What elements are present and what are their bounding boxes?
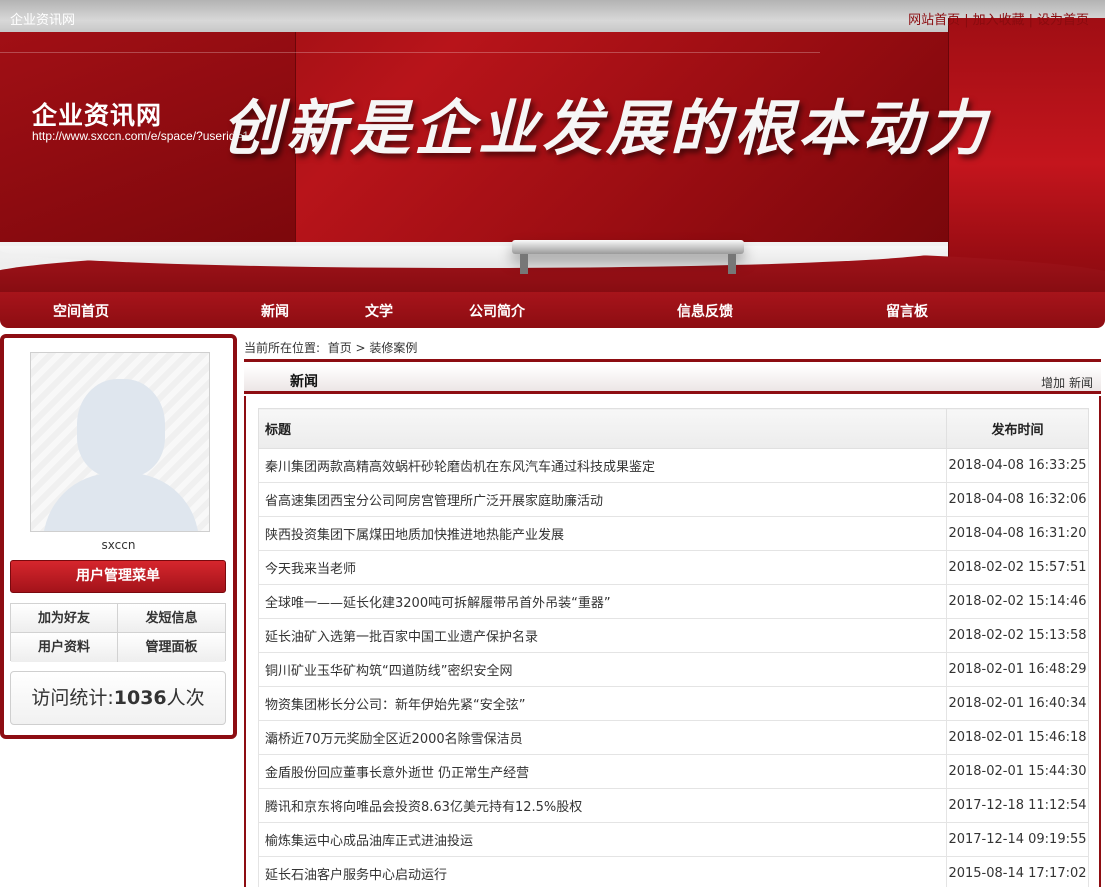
news-title-link[interactable]: 省高速集团西宝分公司阿房宫管理所广泛开展家庭助廉活动 <box>265 494 603 509</box>
table-row: 灞桥近70万元奖励全区近2000名除雪保洁员 2018-02-01 15:46:1… <box>258 720 1089 755</box>
nav-item-feedback[interactable]: 信息反馈 <box>677 301 733 321</box>
nav-item-literature[interactable]: 文学 <box>365 301 393 321</box>
home-link[interactable]: 网站首页 <box>908 13 960 28</box>
add-news-link[interactable]: 增加 新闻 <box>1041 376 1093 390</box>
nav-item-news[interactable]: 新闻 <box>261 301 289 321</box>
banner-cylinder-leg <box>728 254 736 274</box>
banner-cylinder-leg <box>520 254 528 274</box>
news-title-link[interactable]: 陕西投资集团下属煤田地质加快推进地热能产业发展 <box>265 528 564 543</box>
news-title-link[interactable]: 铜川矿业玉华矿构筑“四道防线”密织安全网 <box>265 664 512 679</box>
table-row: 全球唯一——延长化建3200吨可拆解履带吊首外吊装“重器” 2018-02-02 … <box>258 584 1089 619</box>
news-title-link[interactable]: 榆炼集运中心成品油库正式进油投运 <box>265 834 473 849</box>
add-news: 增加 新闻 <box>1041 374 1093 391</box>
table-row: 榆炼集运中心成品油库正式进油投运 2017-12-14 09:19:55 <box>258 822 1089 857</box>
news-time: 2018-02-02 15:57:51 <box>946 550 1089 585</box>
set-homepage-link[interactable]: 设为首页 <box>1037 13 1089 28</box>
news-time: 2018-02-02 15:14:46 <box>946 584 1089 619</box>
news-title-link[interactable]: 金盾股份回应董事长意外逝世 仍正常生产经营 <box>265 766 529 781</box>
news-time: 2018-04-08 16:32:06 <box>946 482 1089 517</box>
news-time: 2018-02-01 15:46:18 <box>946 720 1089 755</box>
news-title-link[interactable]: 延长油矿入选第一批百家中国工业遗产保护名录 <box>265 630 538 645</box>
site-title: 企业资讯网 <box>10 13 76 28</box>
tab-news[interactable]: 新闻 <box>244 366 364 394</box>
table-row: 陕西投资集团下属煤田地质加快推进地热能产业发展 2018-04-08 16:31:… <box>258 516 1089 551</box>
avatar-head-icon <box>77 379 165 477</box>
column-header-title: 标题 <box>258 408 947 449</box>
visit-count: 1036 <box>113 687 167 709</box>
banner-cylinder-graphic <box>512 240 744 254</box>
nav-item-company-profile[interactable]: 公司简介 <box>469 301 525 321</box>
add-friend-button[interactable]: 加为好友 <box>11 604 118 633</box>
nav-item-space-home[interactable]: 空间首页 <box>53 301 109 321</box>
news-title-link[interactable]: 全球唯一——延长化建3200吨可拆解履带吊首外吊装“重器” <box>265 596 611 611</box>
header-banner: 企业资讯网 网站首页 | 加入收藏 | 设为首页 企业资讯网 http://www.sx… <box>0 0 1105 292</box>
visit-stats: 访问统计:1036人次 <box>10 671 226 725</box>
news-title-link[interactable]: 灞桥近70万元奖励全区近2000名除雪保洁员 <box>265 732 523 747</box>
nav-item-guestbook[interactable]: 留言板 <box>886 301 928 321</box>
visit-label: 访问统计: <box>31 687 114 709</box>
news-time: 2018-04-08 16:31:20 <box>946 516 1089 551</box>
user-profile-button[interactable]: 用户资料 <box>11 633 118 662</box>
breadcrumb-prefix: 当前所在位置: <box>244 341 321 355</box>
avatar-body-icon <box>43 473 199 531</box>
main-nav: 空间首页 新闻 文学 公司简介 信息反馈 留言板 <box>0 292 1105 328</box>
news-title-link[interactable]: 延长石油客户服务中心启动运行 <box>265 868 447 883</box>
breadcrumb-home-link[interactable]: 首页 <box>328 341 352 355</box>
news-time: 2017-12-14 09:19:55 <box>946 822 1089 857</box>
top-links: 网站首页 | 加入收藏 | 设为首页 <box>908 13 1089 28</box>
news-title-link[interactable]: 今天我来当老师 <box>265 562 356 577</box>
visit-unit: 人次 <box>166 687 205 709</box>
section-tabbar: 新闻 增加 新闻 <box>244 366 1101 394</box>
avatar[interactable] <box>30 352 210 532</box>
main-divider <box>244 359 1101 362</box>
news-time: 2018-02-01 15:44:30 <box>946 754 1089 789</box>
brand-url: http://www.sxccn.com/e/space/?userid=1 <box>32 129 250 143</box>
brand-name: 企业资讯网 <box>32 101 163 130</box>
breadcrumb-current: 装修案例 <box>369 341 418 355</box>
table-row: 延长石油客户服务中心启动运行 2015-08-14 17:17:02 <box>258 856 1089 887</box>
news-title-link[interactable]: 腾讯和京东将向唯品会投资8.63亿美元持有12.5%股权 <box>265 800 582 815</box>
breadcrumb: 当前所在位置: 首页 > 装修案例 <box>244 339 417 356</box>
banner-deco-line <box>0 52 820 53</box>
admin-panel-button[interactable]: 管理面板 <box>118 633 225 662</box>
banner-slogan: 创新是企业发展的根本动力 <box>222 94 990 164</box>
breadcrumb-separator: > <box>355 341 366 355</box>
table-row: 物资集团彬长分公司：新年伊始先紧“安全弦” 2018-02-01 16:40:34 <box>258 686 1089 721</box>
table-row: 腾讯和京东将向唯品会投资8.63亿美元持有12.5%股权 2017-12-18 1… <box>258 788 1089 823</box>
username[interactable]: sxccn <box>4 538 233 552</box>
news-table: 标题 发布时间 秦川集团两款高精高效蜗杆砂轮磨齿机在东风汽车通过科技成果鉴定 20… <box>258 408 1089 887</box>
add-favorite-link[interactable]: 加入收藏 <box>973 13 1025 28</box>
table-row: 省高速集团西宝分公司阿房宫管理所广泛开展家庭助廉活动 2018-04-08 16:… <box>258 482 1089 517</box>
user-sidebar: sxccn 用户管理菜单 加为好友 发短信息 用户资料 管理面板 访问统计:10… <box>0 334 237 739</box>
news-time: 2018-02-02 15:13:58 <box>946 618 1089 653</box>
news-time: 2018-02-01 16:48:29 <box>946 652 1089 687</box>
column-header-time: 发布时间 <box>946 408 1089 449</box>
user-menu-title: 用户管理菜单 <box>10 560 226 593</box>
table-row: 铜川矿业玉华矿构筑“四道防线”密织安全网 2018-02-01 16:48:29 <box>258 652 1089 687</box>
table-row: 金盾股份回应董事长意外逝世 仍正常生产经营 2018-02-01 15:44:30 <box>258 754 1089 789</box>
news-title-link[interactable]: 秦川集团两款高精高效蜗杆砂轮磨齿机在东风汽车通过科技成果鉴定 <box>265 460 655 475</box>
news-title-link[interactable]: 物资集团彬长分公司：新年伊始先紧“安全弦” <box>265 698 525 713</box>
table-row: 今天我来当老师 2018-02-02 15:57:51 <box>258 550 1089 585</box>
table-header-row: 标题 发布时间 <box>258 408 1089 449</box>
table-row: 秦川集团两款高精高效蜗杆砂轮磨齿机在东风汽车通过科技成果鉴定 2018-04-08… <box>258 448 1089 483</box>
user-menu-grid: 加为好友 发短信息 用户资料 管理面板 <box>10 603 226 662</box>
news-table-container: 标题 发布时间 秦川集团两款高精高效蜗杆砂轮磨齿机在东风汽车通过科技成果鉴定 20… <box>244 396 1101 887</box>
news-time: 2018-02-01 16:40:34 <box>946 686 1089 721</box>
news-time: 2018-04-08 16:33:25 <box>946 448 1089 483</box>
news-time: 2017-12-18 11:12:54 <box>946 788 1089 823</box>
table-row: 延长油矿入选第一批百家中国工业遗产保护名录 2018-02-02 15:13:58 <box>258 618 1089 653</box>
send-message-button[interactable]: 发短信息 <box>118 604 225 633</box>
news-time: 2015-08-14 17:17:02 <box>946 856 1089 887</box>
